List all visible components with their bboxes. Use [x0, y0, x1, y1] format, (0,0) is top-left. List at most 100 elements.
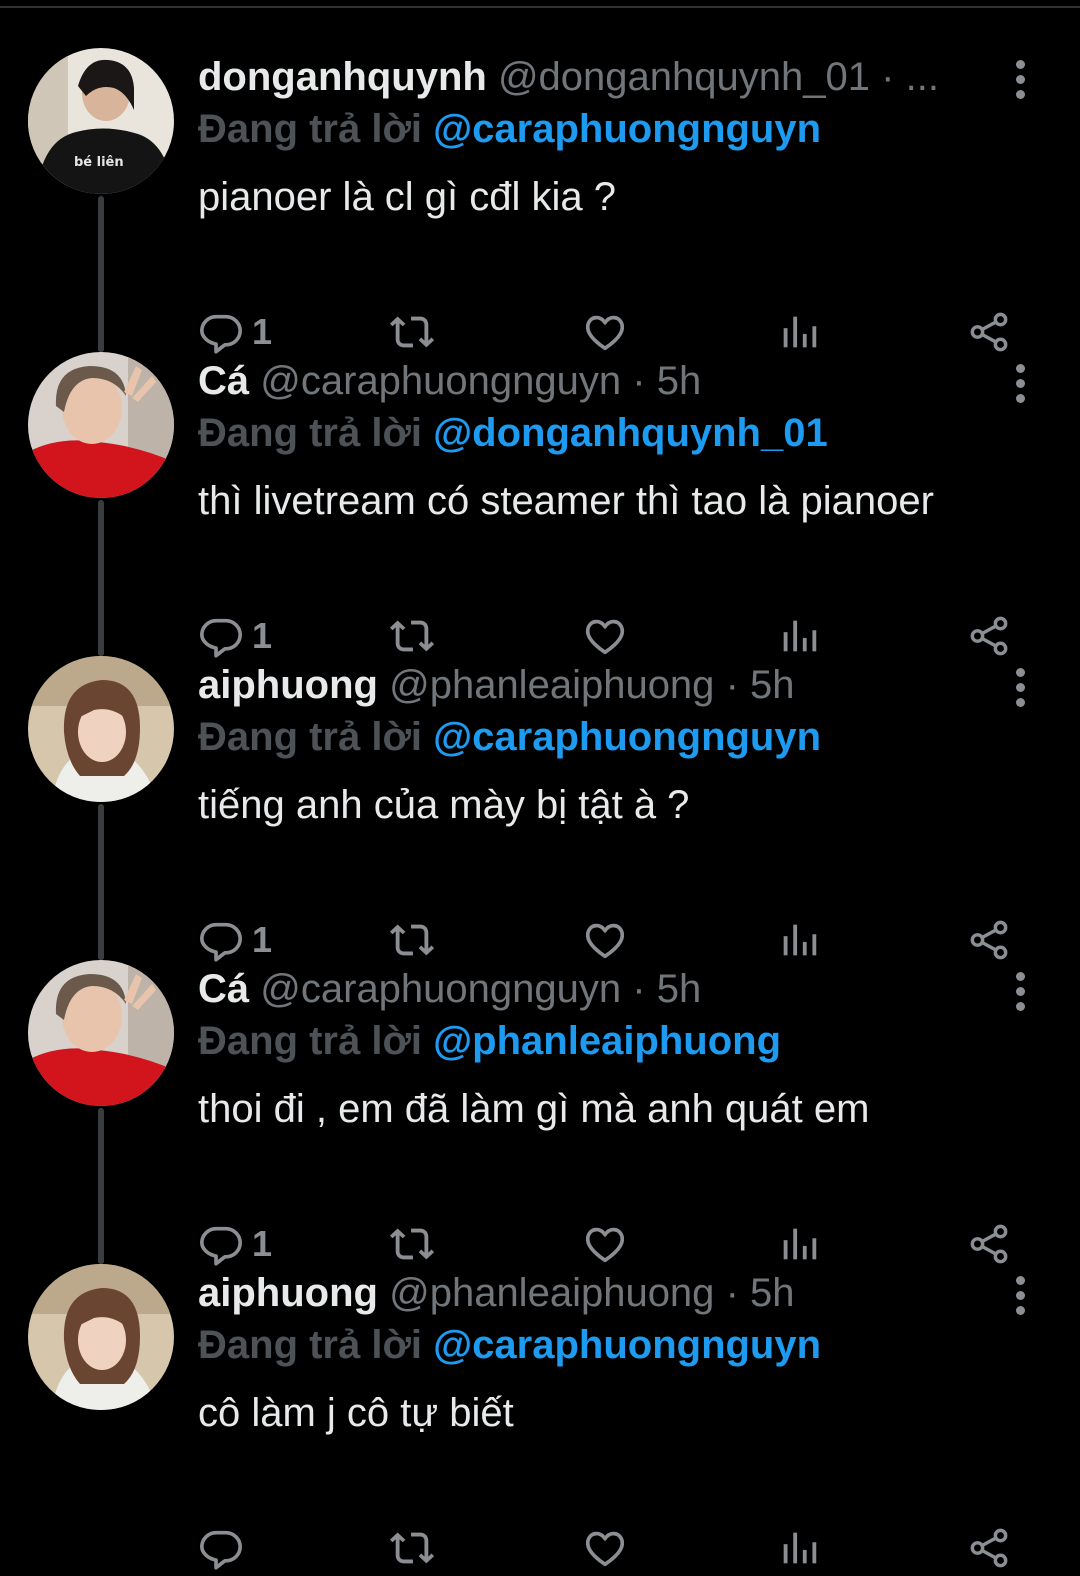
- more-vertical-icon: [1015, 971, 1025, 981]
- timestamp[interactable]: ...: [906, 55, 939, 99]
- thread-connector: [98, 912, 104, 960]
- display-name[interactable]: donganhquynh: [198, 55, 487, 99]
- timestamp[interactable]: 5h: [657, 967, 702, 1011]
- display-name[interactable]: Cá: [198, 967, 249, 1011]
- avatar-aiphuong-image: [28, 1264, 174, 1410]
- tweet[interactable]: aiphuong @phanleaiphuong · 5h Đang trả l…: [0, 1216, 1080, 1570]
- reply-count: 1: [252, 311, 273, 352]
- tweet[interactable]: bé liên donganhquynh @donganhquynh_01 · …: [0, 48, 1080, 354]
- avatar-ca-image: [28, 960, 174, 1106]
- reply-to-handle[interactable]: @caraphuongnguyn: [433, 107, 821, 151]
- tweet-header: Cá @caraphuongnguyn · 5h: [198, 964, 970, 1014]
- tweet-header: Cá @caraphuongnguyn · 5h: [198, 356, 970, 406]
- reply-prefix: Đang trả lời: [198, 411, 423, 455]
- heart-icon: [585, 1531, 625, 1567]
- handle[interactable]: @caraphuongnguyn: [260, 359, 621, 403]
- reply-icon: [200, 1530, 242, 1570]
- reply-to-handle[interactable]: @caraphuongnguyn: [433, 1323, 821, 1367]
- reply-context: Đang trả lời @donganhquynh_01: [198, 408, 828, 458]
- reply-prefix: Đang trả lời: [198, 1323, 423, 1367]
- retweet-icon: [389, 924, 435, 956]
- display-name[interactable]: aiphuong: [198, 1271, 378, 1315]
- handle[interactable]: @donganhquynh_01: [498, 55, 870, 99]
- more-dot: [1015, 986, 1025, 996]
- tweet-text: pianoer là cl gì cđl kia ?: [198, 175, 617, 219]
- tweet-text: cô làm j cô tự biết: [198, 1391, 514, 1435]
- retweet-icon: [389, 1228, 435, 1260]
- thread-connector: [98, 304, 104, 352]
- handle[interactable]: @phanleaiphuong: [389, 1271, 714, 1315]
- like-button[interactable]: [582, 1520, 628, 1576]
- display-name[interactable]: aiphuong: [198, 663, 378, 707]
- tweet[interactable]: Cá @caraphuongnguyn · 5h Đang trả lời @d…: [0, 304, 1080, 658]
- more-vertical-icon: [1015, 363, 1025, 373]
- more-vertical-icon: [1015, 1275, 1025, 1285]
- thread-connector: [98, 1216, 104, 1264]
- views-icon: [783, 1228, 817, 1260]
- heart-icon: [585, 1227, 625, 1263]
- timestamp[interactable]: 5h: [750, 1271, 795, 1315]
- avatar-ca-image: [28, 352, 174, 498]
- share-icon: [970, 1224, 1008, 1264]
- avatar-donganhquynh-image: bé liên: [28, 48, 174, 194]
- reply-to-handle[interactable]: @phanleaiphuong: [433, 1019, 781, 1063]
- more-options-button[interactable]: [1000, 1270, 1040, 1320]
- more-dot: [1015, 697, 1025, 707]
- reply-button[interactable]: [198, 1520, 252, 1576]
- more-options-button[interactable]: [1000, 54, 1040, 104]
- avatar[interactable]: bé liên: [28, 48, 174, 194]
- more-options-button[interactable]: [1000, 966, 1040, 1016]
- avatar[interactable]: [28, 1264, 174, 1410]
- reply-count: 1: [252, 919, 273, 960]
- reply-context: Đang trả lời @phanleaiphuong: [198, 1016, 781, 1066]
- reply-count: 1: [252, 1223, 273, 1264]
- more-options-button[interactable]: [1000, 358, 1040, 408]
- reply-context: Đang trả lời @caraphuongnguyn: [198, 712, 821, 762]
- handle[interactable]: @phanleaiphuong: [389, 663, 714, 707]
- separator-dot: ·: [725, 663, 739, 707]
- avatar-shirt-text: bé liên: [74, 155, 124, 170]
- reply-icon: [200, 618, 242, 658]
- avatar-aiphuong-image: [28, 656, 174, 802]
- timestamp[interactable]: 5h: [657, 359, 702, 403]
- share-button[interactable]: [966, 1520, 1012, 1576]
- retweet-icon: [389, 316, 435, 348]
- reply-prefix: Đang trả lời: [198, 107, 423, 151]
- separator-dot: ·: [632, 967, 646, 1011]
- handle[interactable]: @caraphuongnguyn: [260, 967, 621, 1011]
- more-dot: [1015, 393, 1025, 403]
- tweet[interactable]: Cá @caraphuongnguyn · 5h Đang trả lời @p…: [0, 912, 1080, 1266]
- tweet-header: aiphuong @phanleaiphuong · 5h: [198, 1268, 970, 1318]
- thread-connector: [98, 608, 104, 656]
- display-name[interactable]: Cá: [198, 359, 249, 403]
- reply-prefix: Đang trả lời: [198, 1019, 423, 1063]
- views-button[interactable]: [776, 1520, 822, 1576]
- share-icon: [970, 1528, 1008, 1568]
- retweet-button[interactable]: [388, 1520, 436, 1576]
- reply-to-handle[interactable]: @caraphuongnguyn: [433, 715, 821, 759]
- reply-icon: [200, 314, 242, 354]
- reply-context: Đang trả lời @caraphuongnguyn: [198, 1320, 821, 1370]
- tweet[interactable]: aiphuong @phanleaiphuong · 5h Đang trả l…: [0, 608, 1080, 962]
- top-divider: [0, 6, 1080, 8]
- tweet-actions: [198, 1520, 1028, 1576]
- separator-dot: ·: [632, 359, 646, 403]
- retweet-icon: [389, 1532, 435, 1564]
- views-icon: [783, 620, 817, 652]
- avatar[interactable]: [28, 960, 174, 1106]
- tweet-header: aiphuong @phanleaiphuong · 5h: [198, 660, 970, 710]
- avatar[interactable]: [28, 656, 174, 802]
- reply-context: Đang trả lời @caraphuongnguyn: [198, 104, 821, 154]
- heart-icon: [585, 619, 625, 655]
- more-vertical-icon: [1015, 667, 1025, 677]
- views-icon: [783, 316, 817, 348]
- timestamp[interactable]: 5h: [750, 663, 795, 707]
- reply-prefix: Đang trả lời: [198, 715, 423, 759]
- reply-to-handle[interactable]: @donganhquynh_01: [433, 411, 828, 455]
- avatar[interactable]: [28, 352, 174, 498]
- tweet-text: thoi đi , em đã làm gì mà anh quát em: [198, 1087, 870, 1131]
- views-icon: [783, 924, 817, 956]
- more-dot: [1015, 1290, 1025, 1300]
- more-options-button[interactable]: [1000, 662, 1040, 712]
- more-dot: [1015, 1001, 1025, 1011]
